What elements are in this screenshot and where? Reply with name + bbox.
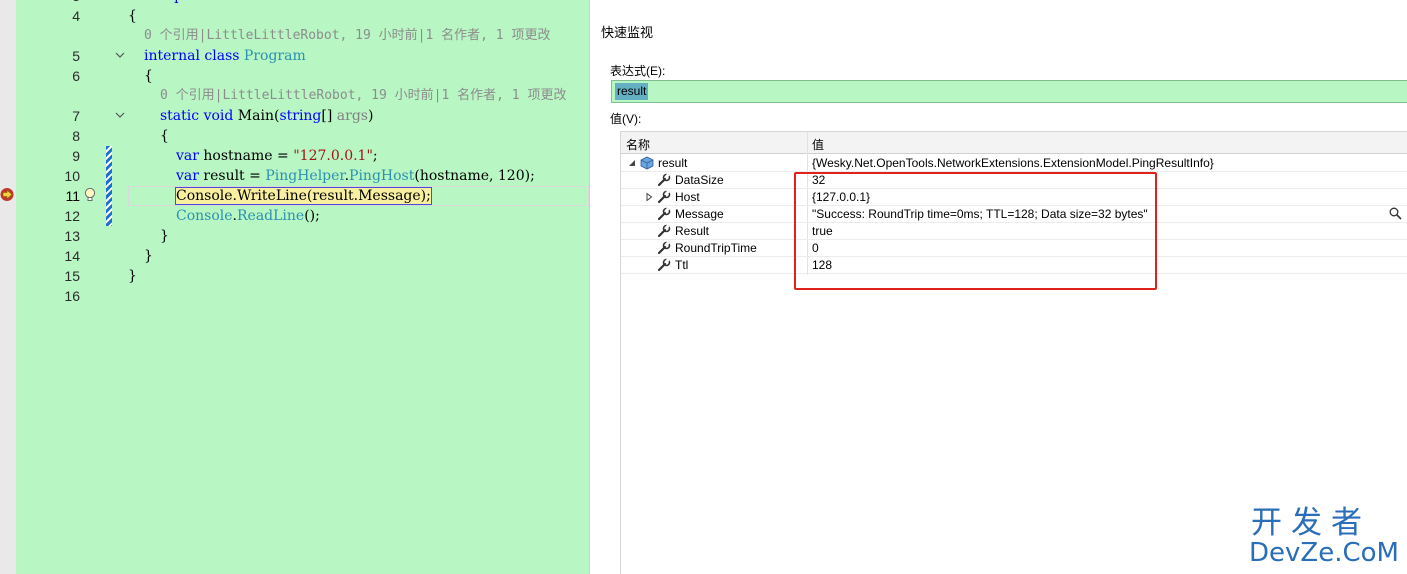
line-number: 9 [72,148,80,164]
line-number: 8 [72,128,80,144]
expanded-triangle-icon[interactable] [627,158,637,168]
current-statement: Console.WriteLine(result.Message); [175,187,432,205]
code-line: 6{ [0,66,589,86]
code-line: 4{ [0,6,589,26]
code-text[interactable]: Console.WriteLine(result.Message); [175,186,432,206]
wrench-icon [657,241,671,255]
line-number: 6 [72,68,80,84]
code-text[interactable]: { [144,66,153,86]
magnifier-icon[interactable] [1389,207,1402,220]
code-text[interactable]: } [128,266,137,286]
line-number: 14 [64,248,80,264]
watermark-text-en: DevZe.CoM [1249,538,1399,568]
watch-row[interactable]: result {Wesky.Net.OpenTools.NetworkExtens… [621,155,1407,172]
code-line: 13} [0,226,589,246]
wrench-icon [657,190,671,204]
collapse-chevron-icon[interactable] [115,110,125,120]
wrench-icon [657,173,671,187]
codelens-info[interactable]: 0 个引用|LittleLittleRobot, 19 小时前|1 名作者, 1… [160,86,566,106]
line-number: 16 [64,288,80,304]
watch-row-value[interactable]: {Wesky.Net.OpenTools.NetworkExtensions.E… [812,156,1214,171]
watch-row-name: Ttl [675,258,689,272]
line-number: 7 [72,108,80,124]
codelens-info[interactable]: 0 个引用|LittleLittleRobot, 19 小时前|1 名作者, 1… [144,26,550,46]
watermark-logo: 开发者 DevZe.CoM [1247,505,1399,570]
code-text[interactable]: } [144,246,153,266]
line-number: 10 [64,168,80,184]
code-line: 15} [0,266,589,286]
code-lines: 3namespace TestConsole4{0 个引用|LittleLitt… [0,0,589,306]
watch-row-name: Result [675,224,710,238]
code-text[interactable]: Console.ReadLine(); [176,206,320,226]
code-text[interactable]: internal class Program [144,46,306,66]
expression-field[interactable]: result [611,80,1407,103]
watch-row-name: DataSize [675,173,724,187]
watch-row-name: result [658,156,688,170]
code-line: 5 internal class Program [0,46,589,66]
line-number: 4 [72,8,80,24]
watch-row-name: Message [675,207,724,221]
code-text[interactable]: } [160,226,169,246]
wrench-icon [657,207,671,221]
code-line: 12 Console.ReadLine(); [0,206,589,226]
object-icon [640,156,654,170]
line-number: 12 [64,208,80,224]
code-line: 11 Console.WriteLine(result.Message); [0,186,589,206]
code-text[interactable]: static void Main(string[] args) [160,106,373,126]
wrench-icon [657,258,671,272]
line-number: 13 [64,228,80,244]
collapse-chevron-icon[interactable] [115,50,125,60]
code-text[interactable]: var result = PingHelper.PingHost(hostnam… [176,166,535,186]
watermark-text-cn: 开发者 [1251,505,1371,541]
codelens-line: 0 个引用|LittleLittleRobot, 19 小时前|1 名作者, 1… [0,86,589,106]
code-text[interactable]: { [160,126,169,146]
watch-row-name: Host [675,190,700,204]
expression-label: 表达式(E): [610,64,666,78]
code-line: 10 var result = PingHelper.PingHost(hostn… [0,166,589,186]
grid-header: 名称 值 [621,132,1407,154]
value-label: 值(V): [610,112,642,126]
code-line: 7 static void Main(string[] args) [0,106,589,126]
watch-row-name: RoundTripTime [675,241,757,255]
code-editor[interactable]: 3namespace TestConsole4{0 个引用|LittleLitt… [0,0,589,574]
code-text[interactable]: { [128,6,137,26]
expression-input[interactable]: result [615,83,649,100]
annotation-red-box [794,172,1157,290]
code-line: 14} [0,246,589,266]
column-header-value[interactable]: 值 [812,136,824,153]
wrench-icon [657,224,671,238]
code-line: 8{ [0,126,589,146]
code-text[interactable]: var hostname = "127.0.0.1"; [176,146,378,166]
column-header-name[interactable]: 名称 [626,136,650,153]
window-title: 快速监视 [601,25,654,40]
line-number: 11 [65,188,80,204]
code-line: 16 [0,286,589,306]
line-number: 5 [72,48,80,64]
code-line: 9 var hostname = "127.0.0.1"; [0,146,589,166]
collapsed-triangle-icon[interactable] [644,192,654,202]
line-number: 15 [64,268,80,284]
codelens-line: 0 个引用|LittleLittleRobot, 19 小时前|1 名作者, 1… [0,26,589,46]
